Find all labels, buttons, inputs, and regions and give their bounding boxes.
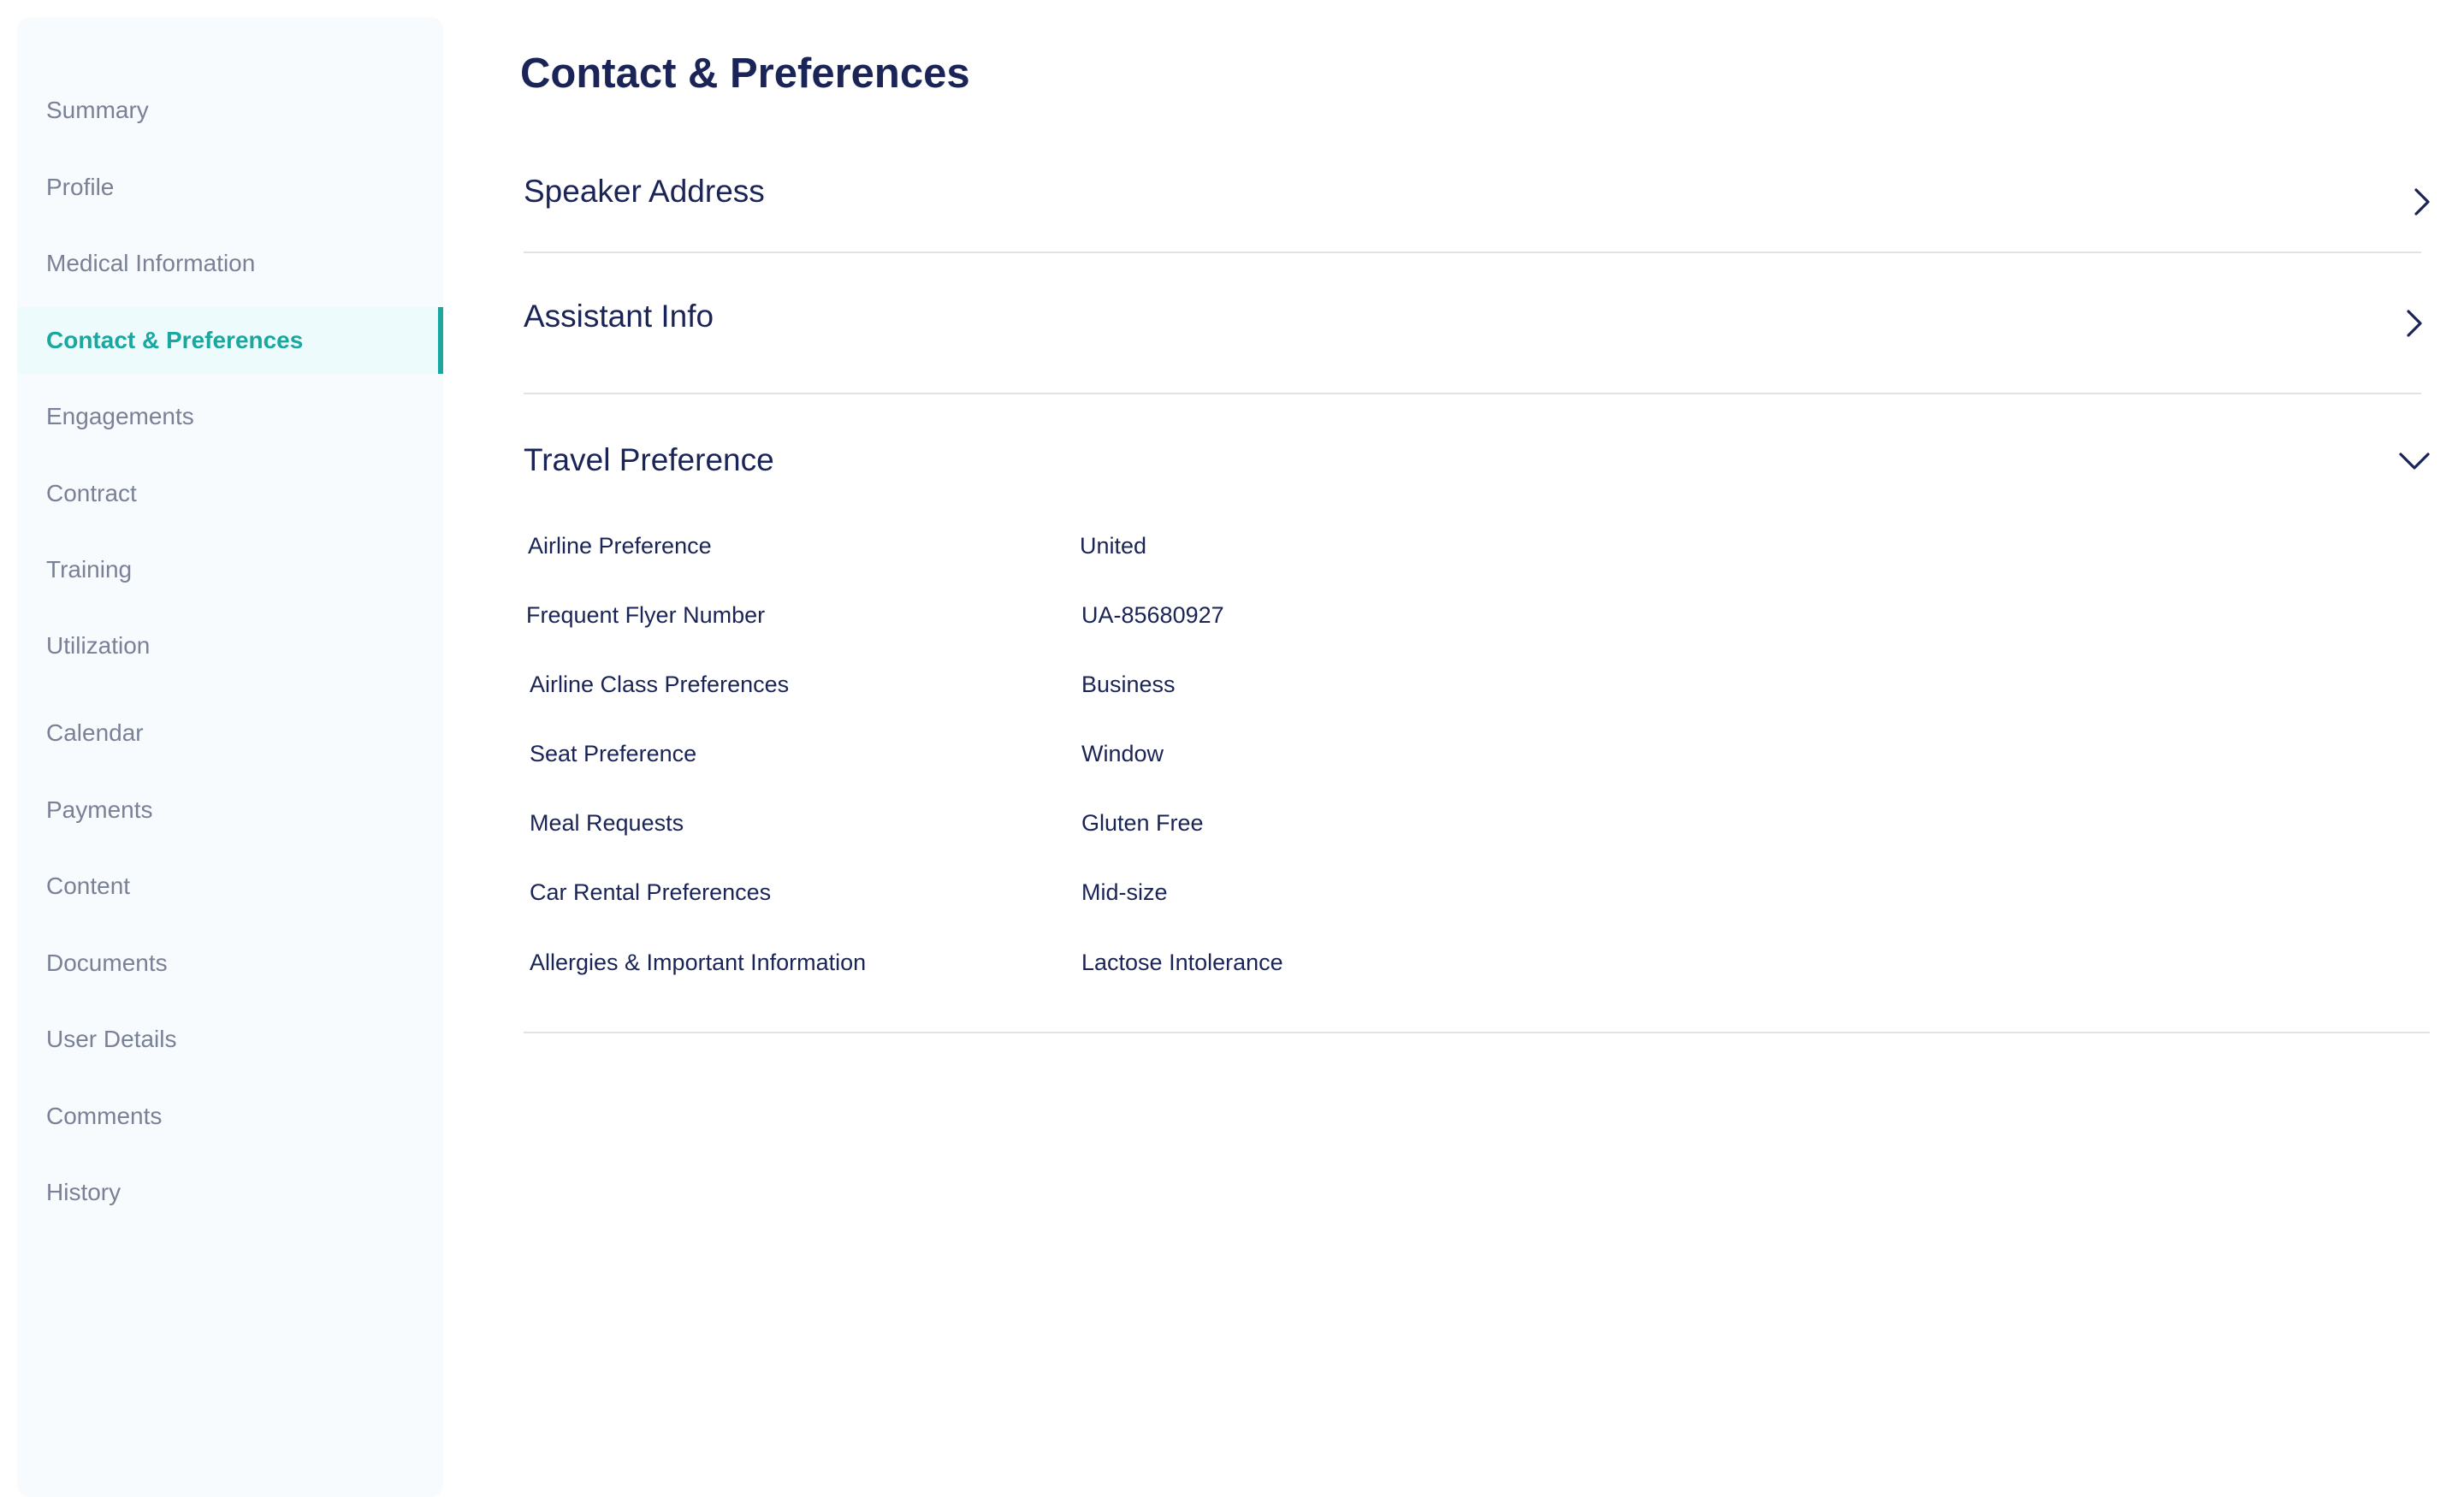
chevron-down-icon[interactable]	[2397, 444, 2431, 478]
sidebar-item-documents[interactable]: Documents	[17, 930, 443, 997]
pref-value: Mid-size	[1081, 879, 1168, 905]
pref-value: Lactose Intolerance	[1081, 950, 1283, 975]
sidebar-item-medical-information[interactable]: Medical Information	[17, 230, 443, 297]
sidebar-nav: Summary Profile Medical Information Cont…	[17, 17, 443, 1497]
pref-value: UA-85680927	[1081, 602, 1224, 628]
sidebar-item-calendar[interactable]: Calendar	[17, 700, 443, 766]
page-title: Contact & Preferences	[520, 50, 970, 97]
pref-value: Gluten Free	[1081, 810, 1204, 836]
sidebar-item-user-details[interactable]: User Details	[17, 1006, 443, 1073]
accordion-title: Assistant Info	[524, 299, 714, 334]
sidebar-item-profile[interactable]: Profile	[17, 154, 443, 221]
pref-label: Allergies & Important Information	[530, 950, 867, 975]
accordion-speaker-address[interactable]: Speaker Address	[524, 157, 2428, 226]
sidebar-item-utilization[interactable]: Utilization	[17, 612, 443, 679]
accordion-title: Speaker Address	[524, 174, 765, 209]
pref-label: Frequent Flyer Number	[526, 602, 766, 628]
sidebar-item-training[interactable]: Training	[17, 536, 443, 603]
pref-value: United	[1080, 533, 1147, 559]
accordion-title: Travel Preference	[524, 442, 774, 477]
divider	[524, 251, 2421, 253]
sidebar-item-engagements[interactable]: Engagements	[17, 383, 443, 450]
pref-label: Airline Preference	[528, 533, 712, 559]
accordion-travel-preference[interactable]: Travel Preference	[524, 426, 2428, 494]
pref-label: Seat Preference	[530, 741, 697, 766]
chevron-right-icon[interactable]	[2396, 306, 2431, 340]
sidebar-item-summary[interactable]: Summary	[17, 77, 443, 144]
pref-label: Car Rental Preferences	[530, 879, 772, 905]
pref-value: Window	[1081, 741, 1164, 766]
sidebar-item-history[interactable]: History	[17, 1159, 443, 1226]
sidebar-item-contract[interactable]: Contract	[17, 460, 443, 527]
pref-label: Airline Class Preferences	[530, 672, 790, 697]
pref-label: Meal Requests	[530, 810, 684, 836]
pref-value: Business	[1081, 672, 1176, 697]
divider	[524, 1032, 2430, 1033]
chevron-right-icon[interactable]	[2404, 185, 2438, 219]
sidebar-item-content[interactable]: Content	[17, 853, 443, 920]
sidebar-item-contact-preferences[interactable]: Contact & Preferences	[17, 307, 443, 374]
accordion-assistant-info[interactable]: Assistant Info	[524, 282, 2428, 351]
sidebar-item-comments[interactable]: Comments	[17, 1083, 443, 1150]
divider	[524, 393, 2421, 394]
sidebar-item-payments[interactable]: Payments	[17, 777, 443, 843]
